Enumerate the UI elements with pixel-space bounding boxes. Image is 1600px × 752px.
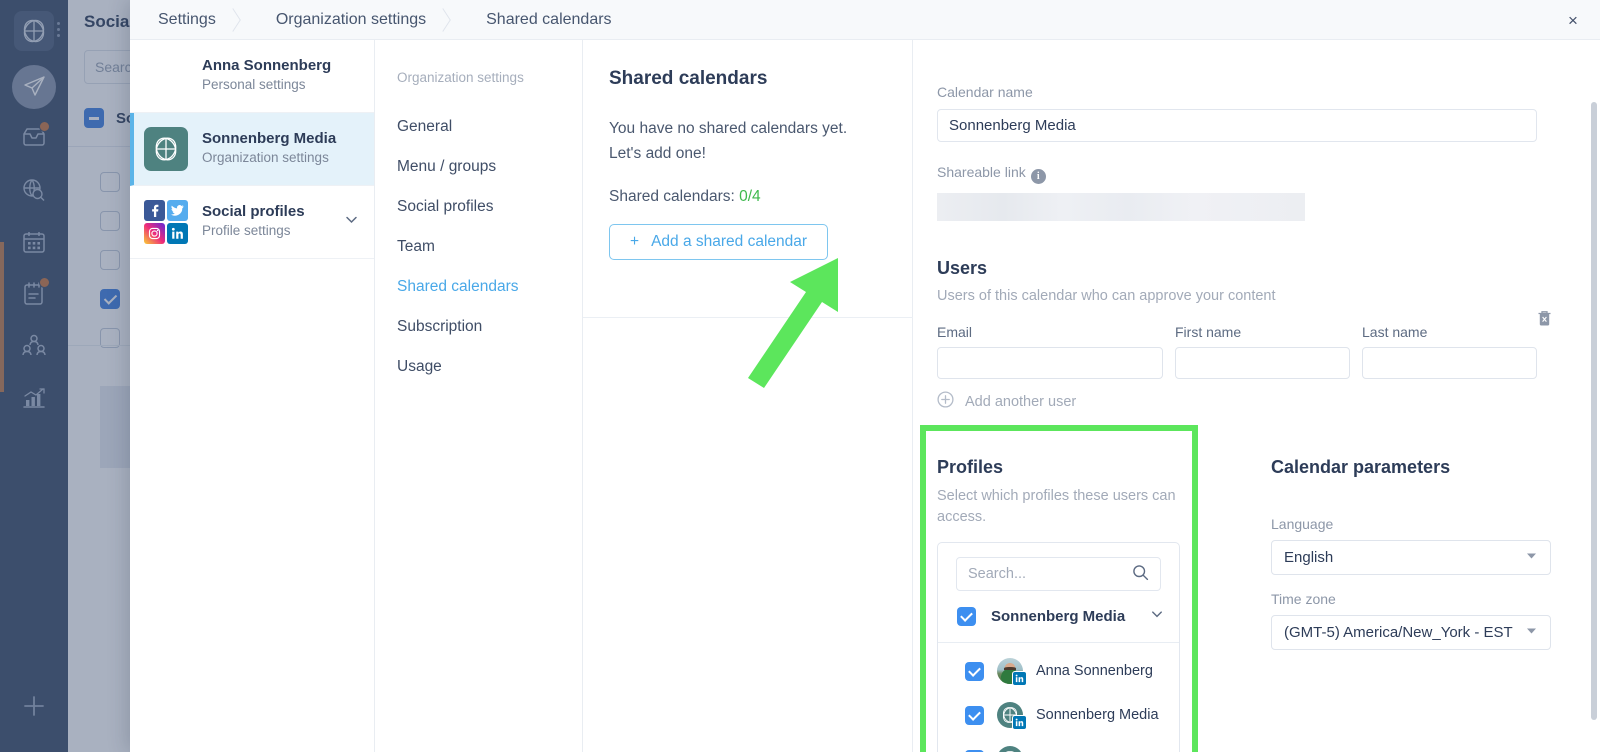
language-value: English (1284, 549, 1333, 566)
add-shared-calendar-button[interactable]: + Add a shared calendar (609, 224, 828, 260)
plus-circle-icon (937, 391, 954, 412)
account-item-social-profiles[interactable]: Social profiles Profile settings (130, 186, 374, 259)
users-section-title: Users (937, 258, 1554, 279)
linkedin-icon (1012, 671, 1027, 686)
profile-group-label: Sonnenberg Media (991, 608, 1125, 625)
account-name: Anna Sonnenberg (202, 57, 331, 74)
nav-heading: Organization settings (397, 70, 582, 85)
delete-user-icon[interactable] (1537, 310, 1552, 332)
calendar-parameters-section: Calendar parameters Language English Tim… (1215, 457, 1551, 752)
profile-item[interactable]: Anna Sonnenberg (938, 649, 1179, 693)
calendar-name-input[interactable]: Sonnenberg Media (937, 109, 1537, 142)
account-subtitle: Profile settings (202, 223, 291, 238)
users-section-subtitle: Users of this calendar who can approve y… (937, 288, 1554, 304)
calendar-name-label: Calendar name (937, 84, 1554, 100)
profiles-search-placeholder: Search... (968, 566, 1026, 582)
linkedin-icon (1012, 715, 1027, 730)
profile-checkbox[interactable] (965, 662, 984, 681)
avatar (997, 658, 1023, 684)
language-label: Language (1271, 516, 1551, 532)
profiles-subtitle: Select which profiles these users can ac… (937, 486, 1199, 528)
shareable-link-label: Shareable link i (937, 164, 1554, 184)
account-subtitle: Personal settings (202, 77, 306, 92)
divider (583, 317, 913, 318)
count-label: Shared calendars: (609, 188, 735, 205)
add-another-user-button[interactable]: Add another user (937, 391, 1554, 412)
nav-item-social-profiles[interactable]: Social profiles (397, 187, 582, 227)
plus-icon: + (630, 233, 639, 251)
profile-item[interactable]: Sonnenberg Media (938, 737, 1179, 752)
vertical-scrollbar[interactable] (1591, 102, 1597, 720)
settings-nav-panel: Organization settings General Menu / gro… (375, 40, 583, 752)
timezone-label: Time zone (1271, 591, 1551, 607)
language-select[interactable]: English (1271, 540, 1551, 575)
timezone-select[interactable]: (GMT-5) America/New_York - EST (1271, 615, 1551, 650)
chevron-down-icon[interactable] (343, 211, 360, 233)
first-name-field[interactable] (1175, 347, 1350, 379)
account-switcher-panel: Anna Sonnenberg Personal settings Sonnen… (130, 40, 375, 752)
profile-checkbox[interactable] (965, 706, 984, 725)
empty-state-line-1: You have no shared calendars yet. (609, 116, 886, 141)
add-shared-calendar-label: Add a shared calendar (651, 233, 807, 251)
settings-modal: Settings Organization settings Shared ca… (130, 0, 1600, 752)
close-icon[interactable]: × (1562, 9, 1584, 31)
nav-item-team[interactable]: Team (397, 227, 582, 267)
breadcrumb-item-settings[interactable]: Settings (130, 0, 250, 40)
empty-state-line-2: Let's add one! (609, 141, 886, 166)
chevron-down-icon[interactable] (1149, 606, 1165, 627)
avatar (997, 746, 1023, 752)
account-item-personal[interactable]: Anna Sonnenberg Personal settings (130, 40, 374, 113)
linkedin-icon (167, 223, 188, 244)
chevron-down-icon (1525, 549, 1538, 566)
nav-item-shared-calendars[interactable]: Shared calendars (397, 267, 582, 307)
count-value: 0/4 (739, 188, 761, 205)
org-logo-icon (144, 127, 188, 171)
nav-item-subscription[interactable]: Subscription (397, 307, 582, 347)
page-title: Shared calendars (609, 68, 886, 90)
nav-item-usage[interactable]: Usage (397, 347, 582, 387)
email-field[interactable] (937, 347, 1163, 379)
timezone-value: (GMT-5) America/New_York - EST (1284, 624, 1513, 641)
breadcrumb: Settings Organization settings Shared ca… (130, 0, 1600, 40)
profile-item[interactable]: Sonnenberg Media (938, 693, 1179, 737)
chevron-down-icon (1525, 624, 1538, 641)
add-another-user-label: Add another user (965, 394, 1076, 410)
avatar (997, 702, 1023, 728)
breadcrumb-item-shared-calendars: Shared calendars (460, 0, 645, 40)
account-name: Social profiles (202, 203, 305, 220)
last-name-field[interactable] (1362, 347, 1537, 379)
search-icon (1132, 564, 1149, 585)
shareable-link-value-redacted[interactable] (937, 193, 1305, 221)
app-root: Social profiles Search... Sonnenberg Med… (0, 0, 1600, 752)
group-checkbox[interactable] (957, 607, 976, 626)
account-name: Sonnenberg Media (202, 130, 336, 147)
last-name-label: Last name (1362, 324, 1537, 340)
shared-calendars-count: Shared calendars: 0/4 (609, 188, 886, 206)
profiles-section: Profiles Select which profiles these use… (937, 457, 1215, 752)
twitter-icon (167, 200, 188, 221)
avatar (144, 54, 188, 98)
calendar-parameters-title: Calendar parameters (1271, 457, 1551, 478)
account-item-organization[interactable]: Sonnenberg Media Organization settings (130, 113, 374, 186)
profiles-search-input[interactable]: Search... (956, 557, 1161, 591)
profiles-title: Profiles (937, 457, 1215, 478)
profile-group-row[interactable]: Sonnenberg Media (938, 591, 1179, 643)
info-icon[interactable]: i (1031, 169, 1046, 184)
instagram-icon (144, 223, 165, 244)
shared-calendars-panel: Shared calendars You have no shared cale… (583, 40, 913, 752)
facebook-icon (144, 200, 165, 221)
account-subtitle: Organization settings (202, 150, 329, 165)
shareable-link-text: Shareable link (937, 164, 1026, 180)
calendar-detail-form: Calendar name Sonnenberg Media Shareable… (913, 40, 1600, 752)
first-name-label: First name (1175, 324, 1350, 340)
profile-label: Sonnenberg Media (1036, 707, 1159, 723)
nav-item-general[interactable]: General (397, 107, 582, 147)
breadcrumb-item-organization-settings[interactable]: Organization settings (250, 0, 460, 40)
nav-item-menu-groups[interactable]: Menu / groups (397, 147, 582, 187)
email-label: Email (937, 324, 1163, 340)
profiles-selector: Search... Sonnenberg Media (937, 542, 1180, 752)
profile-label: Anna Sonnenberg (1036, 663, 1153, 679)
social-networks-grid (144, 200, 188, 244)
